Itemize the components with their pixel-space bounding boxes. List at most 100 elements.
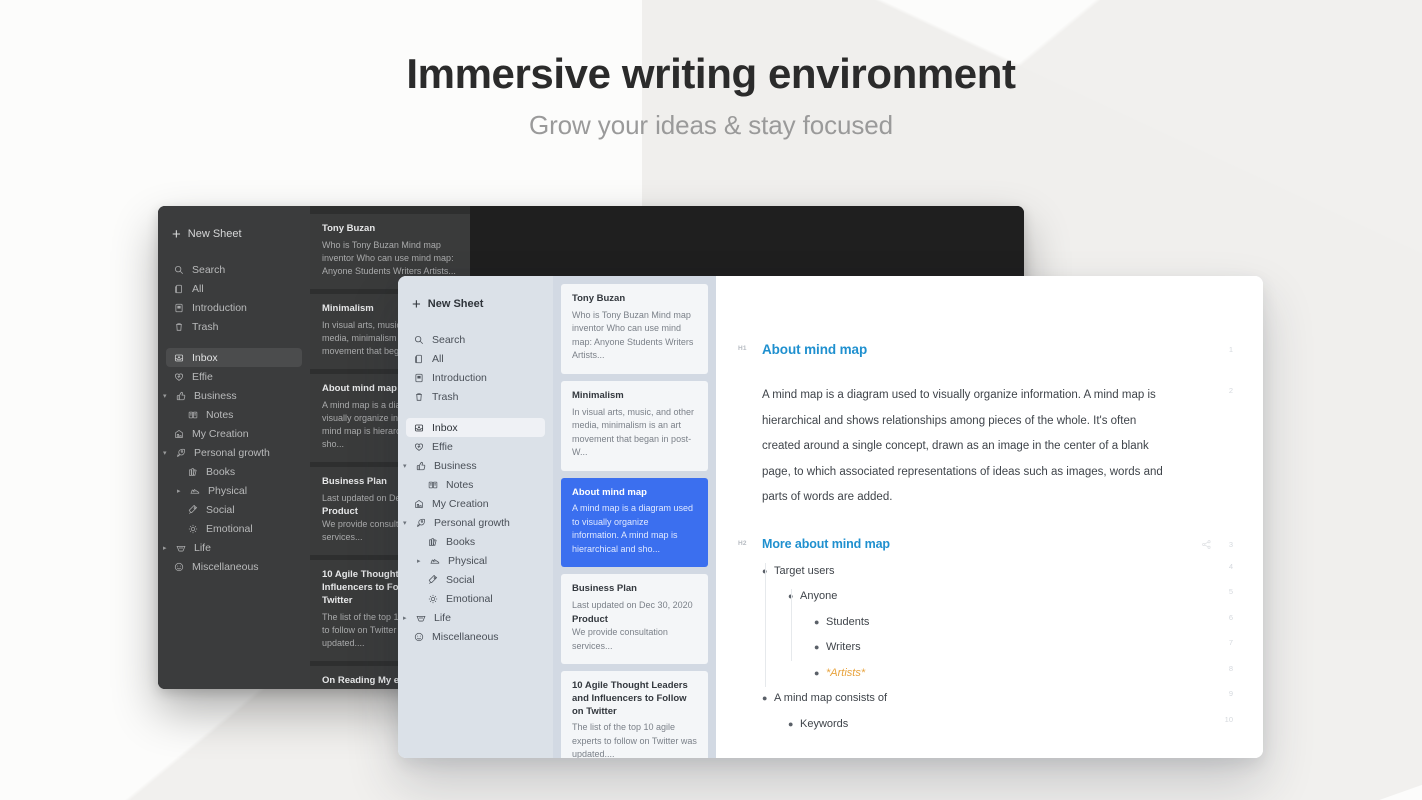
line-number: 3 <box>1228 539 1233 549</box>
sidebar-item-label: All <box>192 282 204 295</box>
sidebar-item-label: Emotional <box>446 592 493 605</box>
outline-row[interactable]: 7 ● Writers <box>716 635 1263 661</box>
caret-right-icon[interactable]: ▸ <box>417 557 426 565</box>
sidebar[interactable]: + New Sheet Search All Introduction Trash Inbo… <box>398 276 553 758</box>
note-card[interactable]: Tony Buzan Who is Tony Buzan Mind map inv… <box>561 284 708 374</box>
sidebar-item-all[interactable]: All <box>158 279 310 298</box>
sidebar-item-label: Inbox <box>432 421 458 434</box>
introduction-icon <box>412 373 426 383</box>
sidebar-item-label: Books <box>446 535 476 548</box>
inbox-icon <box>412 423 426 433</box>
sidebar-item-notes[interactable]: Notes <box>158 405 310 424</box>
sidebar-item-inbox[interactable]: Inbox <box>166 348 302 367</box>
note-card[interactable]: Minimalism In visual arts, music, and oth… <box>561 380 708 471</box>
sidebar-item-label: Introduction <box>192 301 247 314</box>
new-sheet-label: New Sheet <box>427 298 484 310</box>
sidebar-item-introduction[interactable]: Introduction <box>398 368 553 387</box>
caret-down-icon[interactable]: ▾ <box>163 392 172 400</box>
outline-row[interactable]: 5 ●Anyone <box>716 584 1263 610</box>
sidebar-item-trash[interactable]: Trash <box>158 317 310 336</box>
outline-item[interactable]: ● Writers <box>716 635 1185 661</box>
sidebar-item-physical[interactable]: ▸ Physical <box>158 481 310 500</box>
sidebar-item-personal-growth[interactable]: ▾ Personal growth <box>398 513 553 532</box>
sidebar-item-label: Personal growth <box>194 446 270 459</box>
note-card[interactable]: Business Plan Last updated on Dec 30, 202… <box>561 574 708 665</box>
outline-item[interactable]: ●Anyone <box>716 584 1185 610</box>
sidebar-item-notes[interactable]: Notes <box>398 475 553 494</box>
caret-right-icon[interactable]: ▸ <box>177 487 186 495</box>
note-card[interactable]: About mind map A mind map is a diagram us… <box>561 477 708 568</box>
sidebar-item-effie[interactable]: Effie <box>398 437 553 456</box>
sidebar-item-emotional[interactable]: Emotional <box>158 519 310 538</box>
note-list[interactable]: Tony Buzan Who is Tony Buzan Mind map inv… <box>553 276 716 758</box>
outline-row[interactable]: 9 ● A mind map consists of <box>716 686 1263 712</box>
bullet-icon: ● <box>814 616 820 627</box>
outline-row[interactable]: 6 ● Students <box>716 610 1263 636</box>
line-number: 6 <box>1228 612 1233 622</box>
sidebar-item-emotional[interactable]: Emotional <box>398 589 553 608</box>
note-card[interactable]: 10 Agile Thought Leaders and Influencers… <box>561 671 708 758</box>
outline-list[interactable]: 4●Target users5●Anyone 6 ● Students 7●Writer… <box>716 559 1263 738</box>
line-number: 9 <box>1228 689 1233 698</box>
sidebar-item-business[interactable]: ▾ Business <box>158 386 310 405</box>
sidebar-item-my-creation[interactable]: My Creation <box>158 424 310 443</box>
sidebar-item-introduction[interactable]: Introduction <box>158 298 310 317</box>
sidebar-item-label: Notes <box>446 478 474 491</box>
sidebar-item-label: Search <box>432 333 466 346</box>
sidebar-item-books[interactable]: Books <box>398 532 553 551</box>
new-sheet-button[interactable]: + New Sheet <box>398 292 553 316</box>
outline-item[interactable]: ● Students <box>716 610 1185 636</box>
caret-down-icon[interactable]: ▾ <box>403 462 412 470</box>
share-nodes-icon[interactable] <box>1202 539 1211 549</box>
heading2-tag: H2 <box>738 539 747 547</box>
caret-down-icon[interactable]: ▾ <box>403 519 412 527</box>
new-sheet-button[interactable]: + New Sheet <box>158 222 310 246</box>
sidebar-item-trash[interactable]: Trash <box>398 387 553 406</box>
sidebar-item-inbox[interactable]: Inbox <box>406 418 545 437</box>
sidebar-item-all[interactable]: All <box>398 349 553 368</box>
editor-paragraph-line[interactable]: 2 A mind map is a diagram used to visual… <box>716 383 1263 511</box>
light-theme-window[interactable]: + New Sheet Search All Introduction Trash Inbo… <box>398 276 1263 758</box>
sidebar-item-effie[interactable]: Effie <box>158 367 310 386</box>
sidebar-item-search[interactable]: Search <box>158 260 310 279</box>
heading2-text[interactable]: More about mind map <box>762 537 1185 551</box>
sidebar-item-miscellaneous[interactable]: Miscellaneous <box>158 557 310 576</box>
social-icon <box>426 574 440 585</box>
editor-heading2-line[interactable]: H2 3 More about mind map <box>716 537 1263 551</box>
outline-item[interactable]: ● *Artists* <box>716 661 1185 687</box>
outline-row[interactable]: 4 ●Target users <box>716 559 1263 585</box>
paragraph-text[interactable]: A mind map is a diagram used to visually… <box>762 383 1174 511</box>
sidebar-item-physical[interactable]: ▸ Physical <box>398 551 553 570</box>
caret-right-icon[interactable]: ▸ <box>403 614 412 622</box>
caret-right-icon[interactable]: ▸ <box>163 544 172 552</box>
editor-pane[interactable]: H1 1 About mind map 2 A mind map is a di… <box>716 276 1263 758</box>
plus-icon: + <box>172 225 181 243</box>
indent-guide <box>765 562 766 687</box>
outline-item-label: Students <box>826 615 870 628</box>
bullet-icon: ● <box>814 642 820 652</box>
sidebar-item-life[interactable]: ▸ Life <box>158 538 310 557</box>
sidebar-item-life[interactable]: ▸ Life <box>398 608 553 627</box>
outline-item[interactable]: ● A mind map consists of <box>716 686 1185 712</box>
search-icon <box>172 265 186 275</box>
sidebar-item-miscellaneous[interactable]: Miscellaneous <box>398 627 553 646</box>
caret-down-icon[interactable]: ▾ <box>163 449 172 457</box>
outline-item[interactable]: ● Keywords <box>716 712 1185 738</box>
editor-heading1-line[interactable]: H1 1 About mind map <box>716 342 1263 357</box>
sidebar-item-search[interactable]: Search <box>398 330 553 349</box>
sidebar-item-label: Social <box>446 573 475 586</box>
line-number: 2 <box>1228 386 1233 395</box>
outline-row[interactable]: 10 ● Keywords <box>716 712 1263 738</box>
outline-item[interactable]: ●Target users <box>716 559 1185 585</box>
sidebar-item-my-creation[interactable]: My Creation <box>398 494 553 513</box>
heading1-text[interactable]: About mind map <box>762 342 1185 357</box>
note-title: 10 Agile Thought Leaders and Influencers… <box>572 680 688 717</box>
outline-row[interactable]: 8 ● *Artists* <box>716 661 1263 687</box>
sidebar-item-personal-growth[interactable]: ▾ Personal growth <box>158 443 310 462</box>
sidebar-item-business[interactable]: ▾ Business <box>398 456 553 475</box>
sidebar-item-social[interactable]: Social <box>398 570 553 589</box>
dark-sidebar[interactable]: + New Sheet Search All Introduction Trash Inbo… <box>158 206 310 689</box>
sidebar-item-social[interactable]: Social <box>158 500 310 519</box>
sidebar-item-books[interactable]: Books <box>158 462 310 481</box>
introduction-icon <box>172 303 186 313</box>
